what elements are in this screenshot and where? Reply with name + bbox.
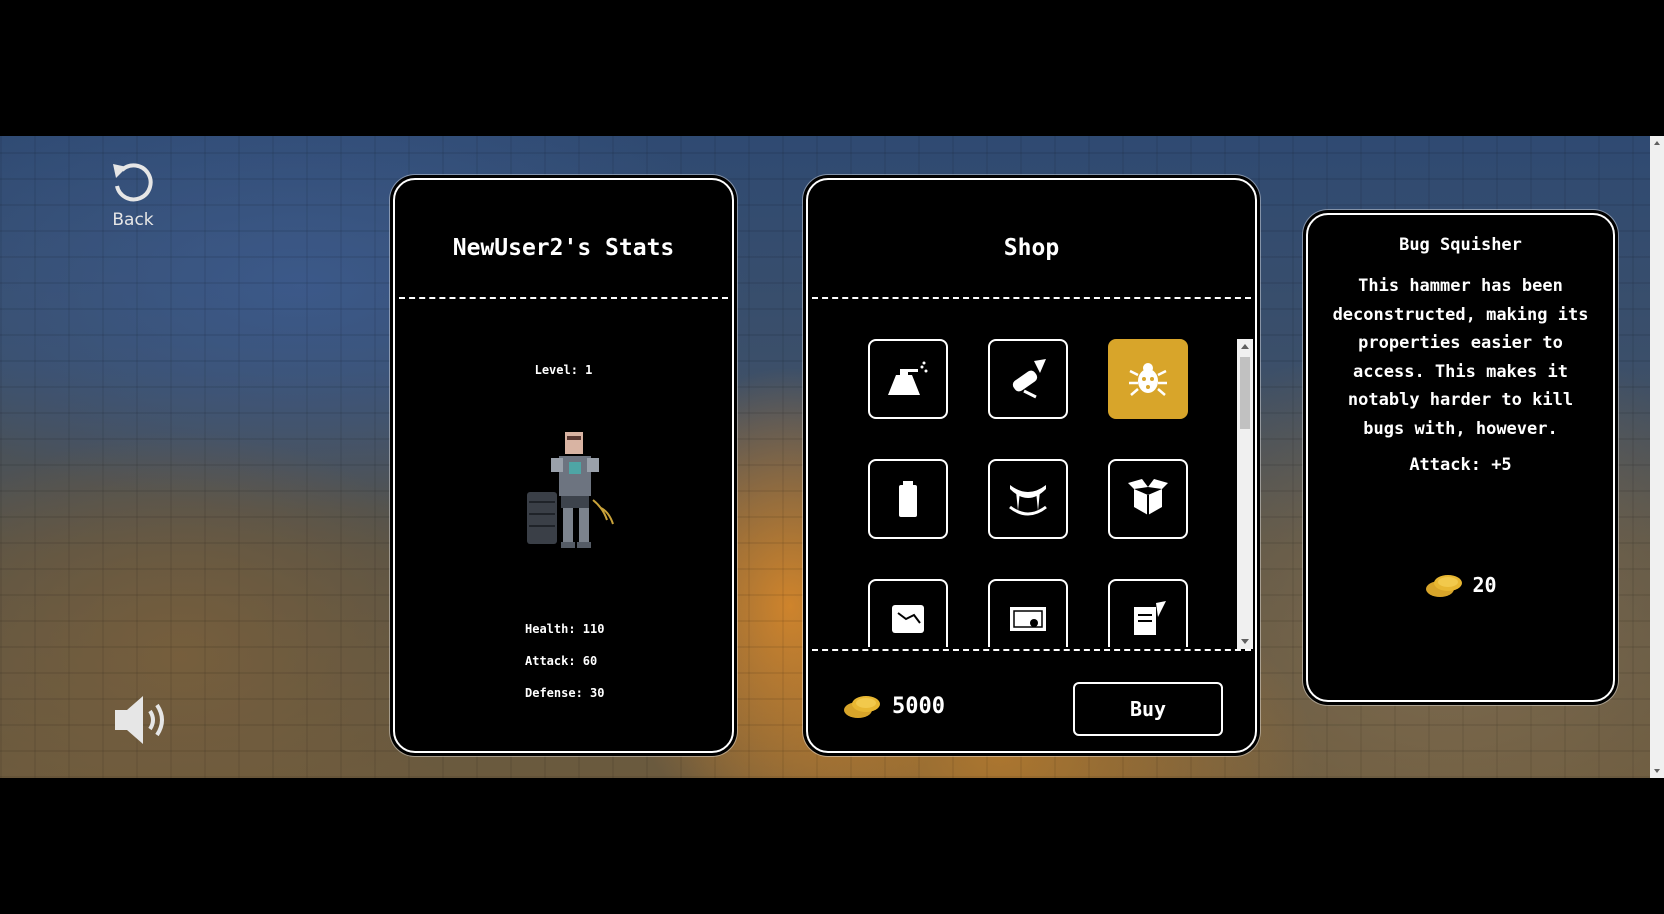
page-scrollbar[interactable] xyxy=(1650,136,1664,778)
shop-divider-top xyxy=(812,297,1251,299)
stats-divider xyxy=(399,297,728,299)
shop-item-3[interactable] xyxy=(1108,339,1188,419)
stats-panel: NewUser2's Stats Level: 1 Health: 110 At… xyxy=(393,178,734,753)
shop-item-7[interactable] xyxy=(868,579,948,647)
page-scroll-down-icon[interactable] xyxy=(1652,766,1662,776)
coins-icon xyxy=(844,696,880,718)
health-stat: Health: 110 xyxy=(525,622,605,636)
item-price-value: 20 xyxy=(1472,573,1497,597)
shop-item-4[interactable] xyxy=(868,459,948,539)
undo-arrow-icon xyxy=(113,163,153,202)
back-label: Back xyxy=(112,210,154,230)
sound-toggle-button[interactable] xyxy=(113,694,173,746)
player-avatar xyxy=(527,432,614,548)
shop-item-grid xyxy=(812,339,1238,647)
fangs-icon xyxy=(1009,485,1047,516)
scroll-up-icon[interactable] xyxy=(1237,339,1253,355)
item-price: 20 xyxy=(1308,571,1613,599)
shop-title: Shop xyxy=(1003,235,1060,261)
shop-divider-bottom xyxy=(812,649,1251,651)
shop-item-8[interactable] xyxy=(988,579,1068,647)
attack-stat: Attack: 60 xyxy=(525,654,598,668)
coin-balance-value: 5000 xyxy=(892,693,945,719)
certificate-icon xyxy=(1010,607,1046,631)
buy-button[interactable]: Buy xyxy=(1073,682,1223,736)
shop-item-5[interactable] xyxy=(988,459,1068,539)
speaker-volume-icon xyxy=(115,696,164,744)
shop-panel: Shop 5000 Buy xyxy=(806,178,1257,753)
bug-splat-icon xyxy=(1129,363,1167,396)
paper-quill-icon xyxy=(1134,601,1166,635)
shop-item-6[interactable] xyxy=(1108,459,1188,539)
shop-item-9[interactable] xyxy=(1108,579,1188,647)
item-detail-panel: Bug Squisher This hammer has been decons… xyxy=(1306,213,1615,702)
map-scroll-icon xyxy=(892,605,924,633)
item-description: This hammer has been deconstructed, maki… xyxy=(1332,276,1589,439)
battery-icon xyxy=(899,481,917,517)
coins-icon xyxy=(1426,575,1463,597)
coin-balance: 5000 xyxy=(842,692,945,720)
item-stat-bonus: Attack: +5 xyxy=(1409,455,1512,475)
spray-bottle-icon xyxy=(888,361,928,395)
back-button[interactable]: Back xyxy=(105,158,161,230)
defense-stat: Defense: 30 xyxy=(525,686,605,700)
scroll-quill-icon xyxy=(1012,359,1046,399)
level-label: Level: 1 xyxy=(534,363,593,377)
item-name: Bug Squisher xyxy=(1399,235,1522,255)
shop-scrollbar[interactable] xyxy=(1237,339,1253,649)
open-box-icon xyxy=(1128,479,1168,515)
scroll-down-icon[interactable] xyxy=(1237,633,1253,649)
shop-item-1[interactable] xyxy=(868,339,948,419)
shop-item-2[interactable] xyxy=(988,339,1068,419)
page-scroll-up-icon[interactable] xyxy=(1652,138,1662,148)
scroll-thumb[interactable] xyxy=(1240,357,1250,429)
stats-title: NewUser2's Stats xyxy=(452,235,675,261)
